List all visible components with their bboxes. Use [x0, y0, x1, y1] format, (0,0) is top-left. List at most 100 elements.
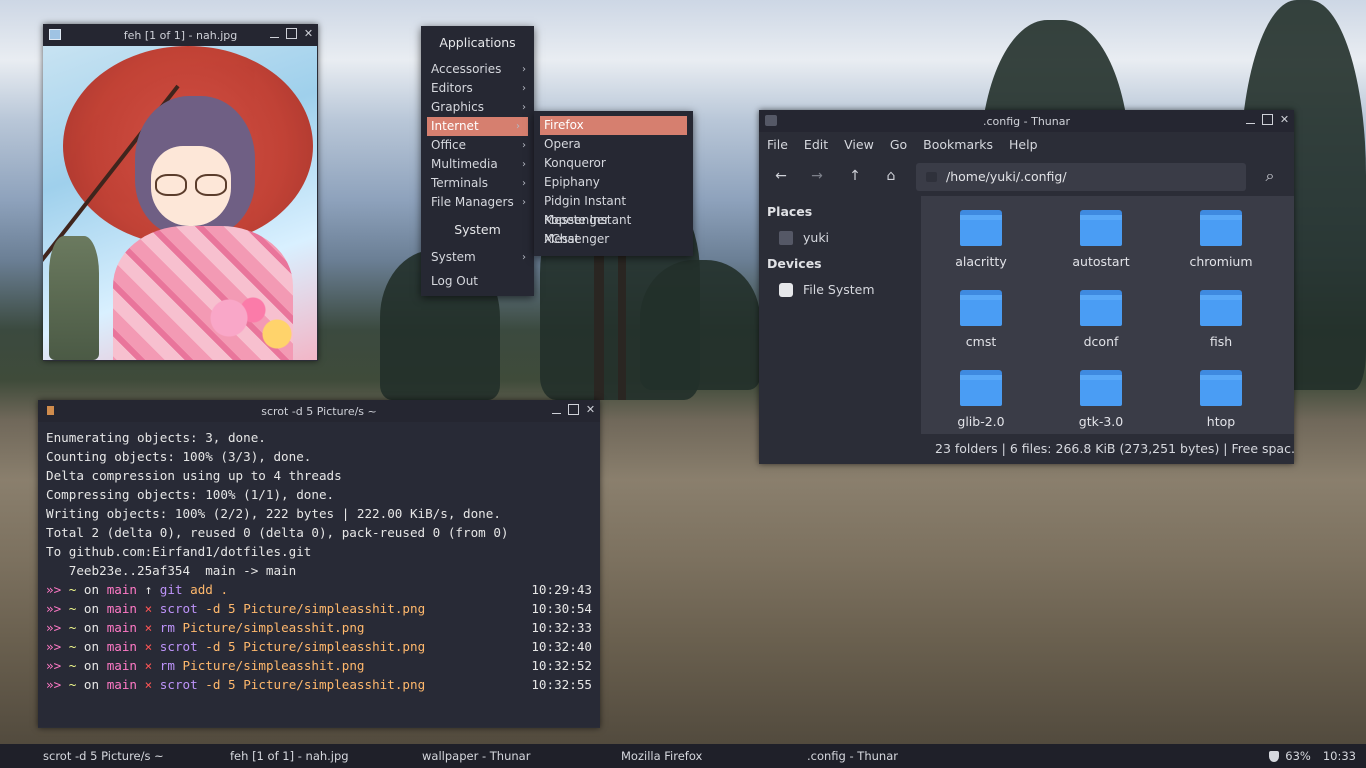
menu-view[interactable]: View: [844, 137, 874, 152]
prompt-timestamp: 10:32:33: [531, 620, 592, 635]
menu-item-multimedia[interactable]: Multimedia ›: [421, 155, 534, 174]
folder-item[interactable]: alacritty: [931, 210, 1031, 269]
home-icon[interactable]: ⌂: [881, 166, 901, 186]
minimize-button[interactable]: [1245, 114, 1256, 125]
folder-item[interactable]: chromium: [1171, 210, 1271, 269]
terminal-line: To github.com:Eirfand1/dotfiles.git: [46, 544, 312, 559]
thunar-toolbar: ← → ↑ ⌂ /home/yuki/.config/ ⌕: [759, 156, 1294, 196]
feh-titlebar[interactable]: feh [1 of 1] - nah.jpg: [43, 24, 318, 46]
prompt-cmd: scrot: [159, 639, 198, 654]
search-icon[interactable]: ⌕: [1260, 166, 1280, 186]
menu-file[interactable]: File: [767, 137, 788, 152]
prompt-timestamp: 10:32:55: [531, 677, 592, 692]
folder-item[interactable]: htop: [1171, 370, 1271, 429]
maximize-button[interactable]: [1262, 114, 1273, 125]
folder-item[interactable]: glib-2.0: [931, 370, 1031, 429]
menu-go[interactable]: Go: [890, 137, 907, 152]
chevron-right-icon: ›: [522, 197, 526, 208]
task-wallpaper-thunar[interactable]: wallpaper - Thunar: [422, 744, 530, 768]
terminal-line: Delta compression using up to 4 threads: [46, 468, 342, 483]
location-bar[interactable]: /home/yuki/.config/: [916, 163, 1246, 191]
folder-icon: [960, 370, 1002, 406]
location-path: /home/yuki/.config/: [946, 169, 1067, 184]
folder-label: htop: [1206, 414, 1236, 429]
menu-item-editors[interactable]: Editors ›: [421, 79, 534, 98]
folder-label: chromium: [1189, 254, 1253, 269]
chevron-right-icon: ›: [522, 140, 526, 151]
submenu-item-kopete-instant-messenger[interactable]: Kopete Instant Messenger: [534, 211, 693, 246]
prompt-cmd: rm: [159, 658, 175, 673]
submenu-item-pidgin-instant-messenger[interactable]: Pidgin Instant Messenger: [534, 192, 693, 227]
feh-window[interactable]: feh [1 of 1] - nah.jpg: [43, 24, 318, 361]
file-view[interactable]: alacritty autostart chromium cmst dconf fish g…: [921, 196, 1294, 434]
menu-item-file-managers[interactable]: File Managers ›: [421, 193, 534, 212]
terminal-output[interactable]: Enumerating objects: 3, done. Counting ob…: [38, 422, 600, 727]
applications-menu: Applications Accessories › Editors › Graphic…: [421, 26, 534, 296]
task-feh[interactable]: feh [1 of 1] - nah.jpg: [230, 744, 349, 768]
maximize-button[interactable]: [286, 28, 297, 39]
menu-item-internet[interactable]: Internet ›: [427, 117, 528, 136]
submenu-item-xchat[interactable]: XChat: [534, 230, 693, 249]
internet-submenu: Firefox Opera Konqueror Epiphany Pidgin Inst…: [534, 111, 693, 256]
folder-label: gtk-3.0: [1078, 414, 1124, 429]
submenu-item-firefox[interactable]: Firefox: [540, 116, 687, 135]
prompt-branch: main: [106, 582, 138, 597]
prompt-on: on: [76, 677, 107, 692]
folder-item[interactable]: gtk-3.0: [1051, 370, 1151, 429]
chevron-right-icon: ›: [522, 178, 526, 189]
prompt-cmd: rm: [159, 620, 175, 635]
task-terminal[interactable]: scrot -d 5 Picture/s ~: [43, 744, 164, 768]
prompt-line: »> ~ on main × scrot -d 5 Picture/simple…: [46, 599, 592, 618]
close-button[interactable]: [585, 404, 596, 415]
prompt-branch: main: [106, 601, 138, 616]
menu-item-office[interactable]: Office ›: [421, 136, 534, 155]
submenu-item-konqueror[interactable]: Konqueror: [534, 154, 693, 173]
folder-item[interactable]: dconf: [1051, 290, 1151, 349]
prompt-status: ×: [137, 620, 160, 635]
back-arrow-icon[interactable]: ←: [771, 166, 791, 186]
terminal-titlebar[interactable]: scrot -d 5 Picture/s ~: [38, 400, 600, 422]
menu-help[interactable]: Help: [1009, 137, 1038, 152]
menu-item-logout[interactable]: Log Out: [421, 272, 534, 291]
sidebar-item-home[interactable]: yuki: [759, 223, 921, 253]
task-firefox[interactable]: Mozilla Firefox: [621, 744, 702, 768]
folder-app-icon: [765, 115, 777, 126]
folder-item[interactable]: cmst: [931, 290, 1031, 349]
menu-item-system[interactable]: System ›: [421, 248, 534, 267]
minimize-button[interactable]: [269, 28, 280, 39]
folder-icon: [960, 210, 1002, 246]
prompt-timestamp: 10:30:54: [531, 601, 592, 616]
submenu-item-epiphany[interactable]: Epiphany: [534, 173, 693, 192]
close-button[interactable]: [1279, 114, 1290, 125]
prompt-branch: main: [106, 620, 138, 635]
terminal-window[interactable]: scrot -d 5 Picture/s ~ Enumerating objec…: [38, 400, 600, 728]
menu-item-terminals[interactable]: Terminals ›: [421, 174, 534, 193]
menu-edit[interactable]: Edit: [804, 137, 828, 152]
prompt-prefix: »>: [46, 601, 69, 616]
chevron-right-icon: ›: [522, 252, 526, 263]
folder-label: glib-2.0: [957, 414, 1005, 429]
task-config-thunar[interactable]: .config - Thunar: [807, 744, 898, 768]
up-arrow-icon[interactable]: ↑: [845, 166, 865, 186]
prompt-status: ×: [137, 658, 160, 673]
chevron-right-icon: ›: [522, 159, 526, 170]
forward-arrow-icon[interactable]: →: [807, 166, 827, 186]
menu-bookmarks[interactable]: Bookmarks: [923, 137, 993, 152]
sidebar-item-filesystem[interactable]: File System: [759, 275, 921, 305]
prompt-line: »> ~ on main × rm Picture/simpleasshit.p…: [46, 618, 592, 637]
status-bar: 23 folders | 6 files: 266.8 KiB (273,251…: [921, 434, 1294, 464]
close-button[interactable]: [303, 28, 314, 39]
menu-item-graphics[interactable]: Graphics ›: [421, 98, 534, 117]
folder-item[interactable]: fish: [1171, 290, 1271, 349]
minimize-button[interactable]: [551, 404, 562, 415]
submenu-item-opera[interactable]: Opera: [534, 135, 693, 154]
prompt-cmd: scrot: [159, 601, 198, 616]
folder-item[interactable]: autostart: [1051, 210, 1151, 269]
system-tray: 63% 10:33: [1269, 744, 1356, 768]
menu-item-accessories[interactable]: Accessories ›: [421, 60, 534, 79]
prompt-args: Picture/simpleasshit.png: [174, 658, 365, 673]
prompt-prefix: »>: [46, 677, 69, 692]
maximize-button[interactable]: [568, 404, 579, 415]
thunar-window[interactable]: .config - Thunar File Edit View Go Bookmarks…: [759, 110, 1294, 464]
thunar-titlebar[interactable]: .config - Thunar: [759, 110, 1294, 132]
